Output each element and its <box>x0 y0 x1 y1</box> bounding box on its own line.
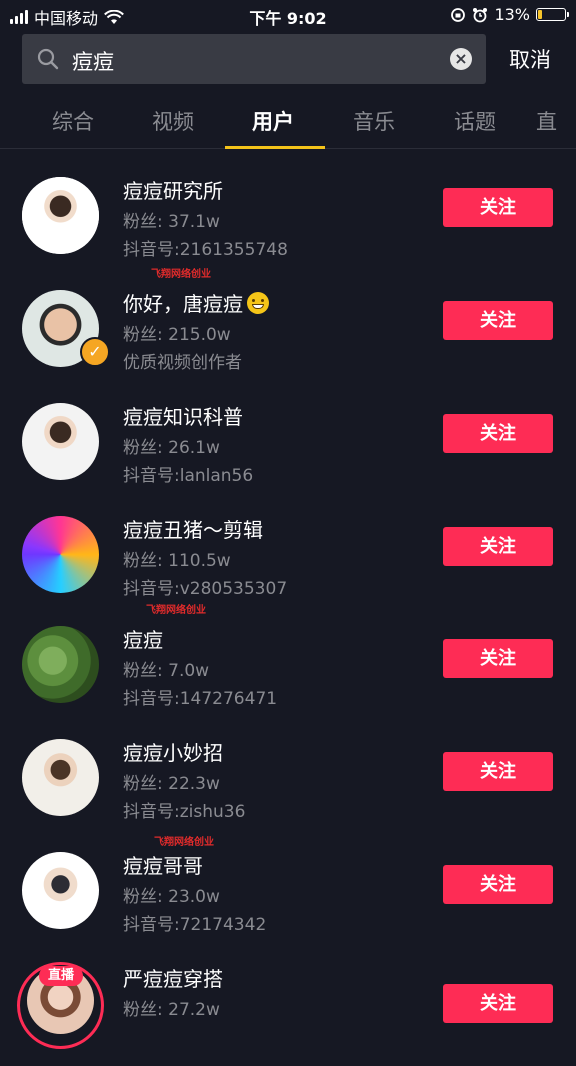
fan-count: 粉丝: 37.1w <box>123 212 220 232</box>
user-subtitle: 优质视频创作者 <box>123 353 242 373</box>
fan-count: 粉丝: 26.1w <box>123 438 220 458</box>
user-row[interactable]: 直播 严痘痘穿搭 粉丝: 27.2w 关注 <box>0 953 576 1066</box>
search-icon <box>37 48 59 70</box>
user-row[interactable]: 痘痘研究所 粉丝: 37.1w 抖音号:2161355748 关注 <box>0 162 576 275</box>
fan-count: 粉丝: 110.5w <box>123 551 231 571</box>
active-tab-indicator <box>225 146 325 149</box>
user-name: 你好，唐痘痘 <box>123 288 269 317</box>
tab-comprehensive[interactable]: 综合 <box>35 106 111 136</box>
follow-button[interactable]: 关注 <box>443 414 553 453</box>
user-subtitle: 抖音号:zishu36 <box>123 802 246 822</box>
user-row[interactable]: 痘痘小妙招 粉丝: 22.3w 抖音号:zishu36 关注 <box>0 727 576 840</box>
avatar[interactable] <box>22 626 99 703</box>
user-row[interactable]: 痘痘知识科普 粉丝: 26.1w 抖音号:lanlan56 关注 <box>0 388 576 501</box>
verified-badge-icon: ✓ <box>80 337 110 367</box>
grinning-face-icon <box>247 292 269 314</box>
tab-bar: 综合 视频 用户 音乐 话题 直 <box>0 96 576 149</box>
fan-count: 粉丝: 22.3w <box>123 774 220 794</box>
fan-count: 粉丝: 215.0w <box>123 325 231 345</box>
user-subtitle: 抖音号:lanlan56 <box>123 466 254 486</box>
user-name: 严痘痘穿搭 <box>123 967 223 991</box>
rotation-lock-icon <box>451 7 466 22</box>
tab-videos[interactable]: 视频 <box>135 106 211 136</box>
avatar[interactable] <box>22 516 99 593</box>
status-bar: 中国移动 下午 9:02 13% <box>0 0 576 30</box>
user-subtitle: 抖音号:v280535307 <box>123 579 288 599</box>
follow-button[interactable]: 关注 <box>443 527 553 566</box>
avatar[interactable] <box>22 177 99 254</box>
search-bar[interactable]: 痘痘 × <box>22 34 486 84</box>
cancel-button[interactable]: 取消 <box>500 44 560 74</box>
fan-count: 粉丝: 23.0w <box>123 887 220 907</box>
follow-button[interactable]: 关注 <box>443 301 553 340</box>
follow-button[interactable]: 关注 <box>443 639 553 678</box>
search-input[interactable]: 痘痘 <box>72 46 114 76</box>
avatar[interactable] <box>22 852 99 929</box>
status-right: 13% <box>450 5 569 24</box>
follow-button[interactable]: 关注 <box>443 984 553 1023</box>
fan-count: 粉丝: 7.0w <box>123 661 210 681</box>
avatar[interactable] <box>22 739 99 816</box>
user-name: 痘痘研究所 <box>123 179 223 203</box>
user-subtitle: 抖音号:2161355748 <box>123 240 288 260</box>
user-name: 痘痘小妙招 <box>123 741 223 765</box>
alarm-icon <box>473 7 488 22</box>
user-name: 痘痘知识科普 <box>123 405 243 429</box>
follow-button[interactable]: 关注 <box>443 188 553 227</box>
user-name: 痘痘 <box>123 628 163 652</box>
fan-count: 粉丝: 27.2w <box>123 1000 220 1020</box>
user-row[interactable]: 痘痘哥哥 粉丝: 23.0w 抖音号:72174342 关注 <box>0 840 576 953</box>
tab-music[interactable]: 音乐 <box>336 106 412 136</box>
battery-icon <box>536 8 569 21</box>
tab-users[interactable]: 用户 <box>235 106 311 136</box>
user-row[interactable]: 痘痘丑猪～剪辑 粉丝: 110.5w 抖音号:v280535307 关注 <box>0 501 576 614</box>
tab-live[interactable]: 直 <box>536 106 576 136</box>
follow-button[interactable]: 关注 <box>443 752 553 791</box>
follow-button[interactable]: 关注 <box>443 865 553 904</box>
user-subtitle: 抖音号:72174342 <box>123 915 267 935</box>
user-name: 痘痘哥哥 <box>123 854 203 878</box>
user-subtitle: 抖音号:147276471 <box>123 689 278 709</box>
live-badge: 直播 <box>39 966 83 986</box>
user-name: 痘痘丑猪～剪辑 <box>123 518 263 542</box>
user-row[interactable]: 痘痘 粉丝: 7.0w 抖音号:147276471 关注 <box>0 614 576 727</box>
avatar[interactable] <box>22 403 99 480</box>
user-row[interactable]: ✓ 你好，唐痘痘 粉丝: 215.0w 优质视频创作者 关注 <box>0 275 576 388</box>
tab-topics[interactable]: 话题 <box>437 106 513 136</box>
clear-icon[interactable]: × <box>450 48 472 70</box>
user-name-text: 你好，唐痘痘 <box>123 292 243 316</box>
battery-percent: 13% <box>494 5 530 24</box>
